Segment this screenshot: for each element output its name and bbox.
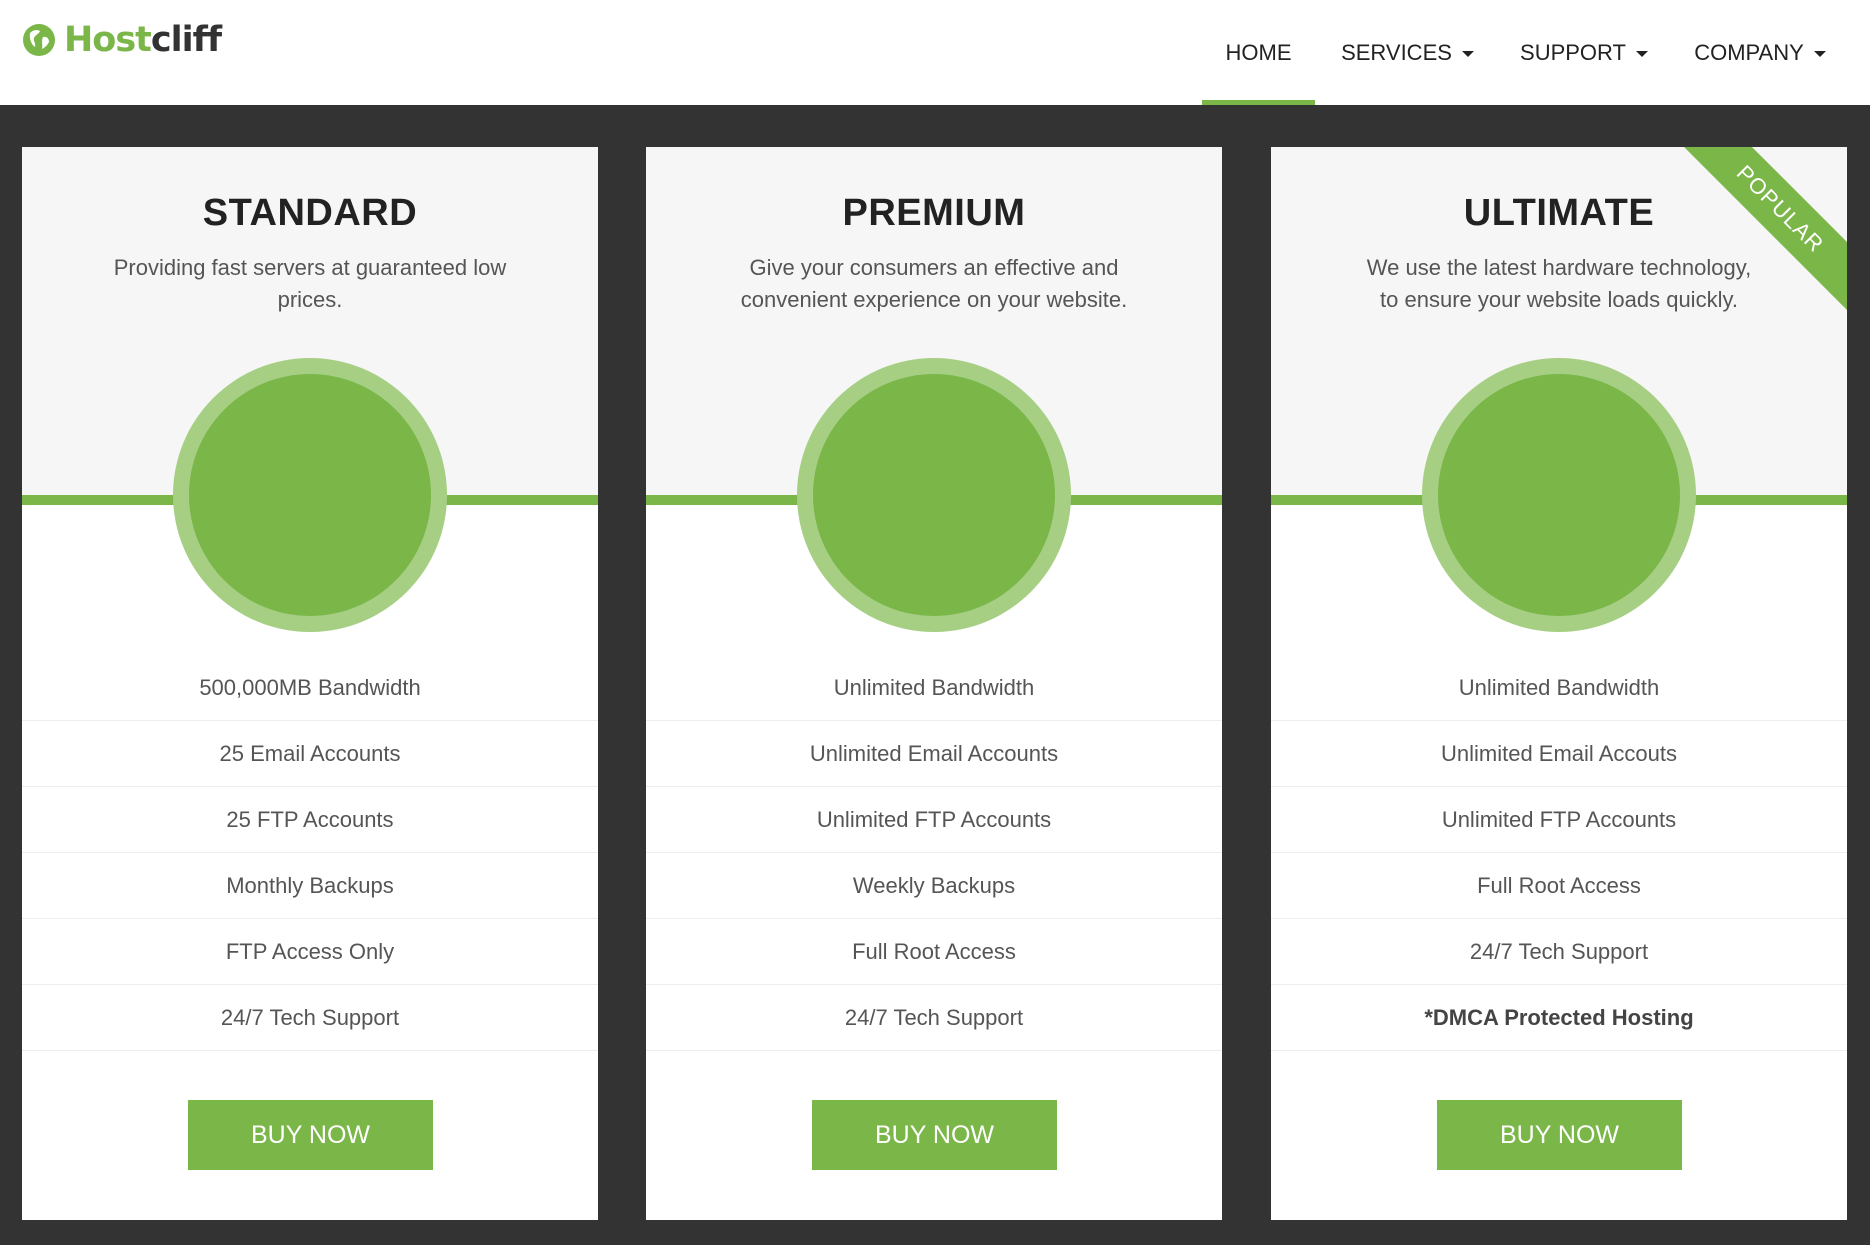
- pricing-card-ultimate: ULTIMATE We use the latest hardware tech…: [1271, 147, 1847, 1220]
- feature-list: Unlimited Bandwidth Unlimited Email Acco…: [646, 655, 1222, 1051]
- site-header: Hostcliff HOME SERVICES SUPPORT COMPANY: [0, 0, 1870, 105]
- plan-description: We use the latest hardware technology, t…: [1366, 255, 1752, 312]
- feature-item: Monthly Backups: [22, 853, 598, 919]
- feature-list: Unlimited Bandwidth Unlimited Email Acco…: [1271, 655, 1847, 1051]
- feature-item: 500,000MB Bandwidth: [22, 655, 598, 721]
- feature-item: 24/7 Tech Support: [646, 985, 1222, 1051]
- main-nav: HOME SERVICES SUPPORT COMPANY: [1202, 0, 1870, 105]
- price-circle-inner: [813, 374, 1055, 616]
- feature-item: Unlimited FTP Accounts: [1271, 787, 1847, 853]
- feature-item: Unlimited Email Accouts: [1271, 721, 1847, 787]
- price-circle-inner: [1438, 374, 1680, 616]
- caret-down-icon: [1635, 50, 1648, 57]
- feature-item: Unlimited Email Accounts: [646, 721, 1222, 787]
- plan-description: Providing fast servers at guaranteed low…: [113, 255, 507, 312]
- feature-item: Full Root Access: [646, 919, 1222, 985]
- feature-item: Unlimited FTP Accounts: [646, 787, 1222, 853]
- nav-home[interactable]: HOME: [1202, 0, 1315, 105]
- price-circle: [797, 358, 1071, 632]
- nav-support[interactable]: SUPPORT: [1496, 0, 1672, 105]
- feature-item: *DMCA Protected Hosting: [1271, 985, 1847, 1051]
- buy-now-button[interactable]: BUY NOW: [188, 1100, 433, 1170]
- feature-item: Full Root Access: [1271, 853, 1847, 919]
- pricing-card-standard: STANDARD Providing fast servers at guara…: [22, 147, 598, 1220]
- price-circle-inner: [189, 374, 431, 616]
- plan-name: PREMIUM: [842, 192, 1026, 234]
- buy-now-button[interactable]: BUY NOW: [812, 1100, 1057, 1170]
- globe-icon: [23, 24, 55, 56]
- feature-item: Weekly Backups: [646, 853, 1222, 919]
- feature-list: 500,000MB Bandwidth 25 Email Accounts 25…: [22, 655, 598, 1051]
- brand-name: Hostcliff: [64, 20, 222, 60]
- price-circle: [173, 358, 447, 632]
- nav-services[interactable]: SERVICES: [1319, 0, 1496, 105]
- buy-now-button[interactable]: BUY NOW: [1437, 1100, 1682, 1170]
- feature-item: FTP Access Only: [22, 919, 598, 985]
- logo[interactable]: Hostcliff: [22, 18, 222, 62]
- nav-company[interactable]: COMPANY: [1672, 0, 1848, 105]
- feature-item: Unlimited Bandwidth: [646, 655, 1222, 721]
- feature-item: Unlimited Bandwidth: [1271, 655, 1847, 721]
- pricing-card-premium: PREMIUM Give your consumers an effective…: [646, 147, 1222, 1220]
- feature-item: 24/7 Tech Support: [22, 985, 598, 1051]
- price-circle: [1422, 358, 1696, 632]
- plan-description: Give your consumers an effective and con…: [740, 255, 1128, 312]
- feature-item: 25 Email Accounts: [22, 721, 598, 787]
- feature-item: 24/7 Tech Support: [1271, 919, 1847, 985]
- feature-item: 25 FTP Accounts: [22, 787, 598, 853]
- plan-name: STANDARD: [202, 192, 418, 234]
- caret-down-icon: [1461, 50, 1474, 57]
- caret-down-icon: [1813, 50, 1826, 57]
